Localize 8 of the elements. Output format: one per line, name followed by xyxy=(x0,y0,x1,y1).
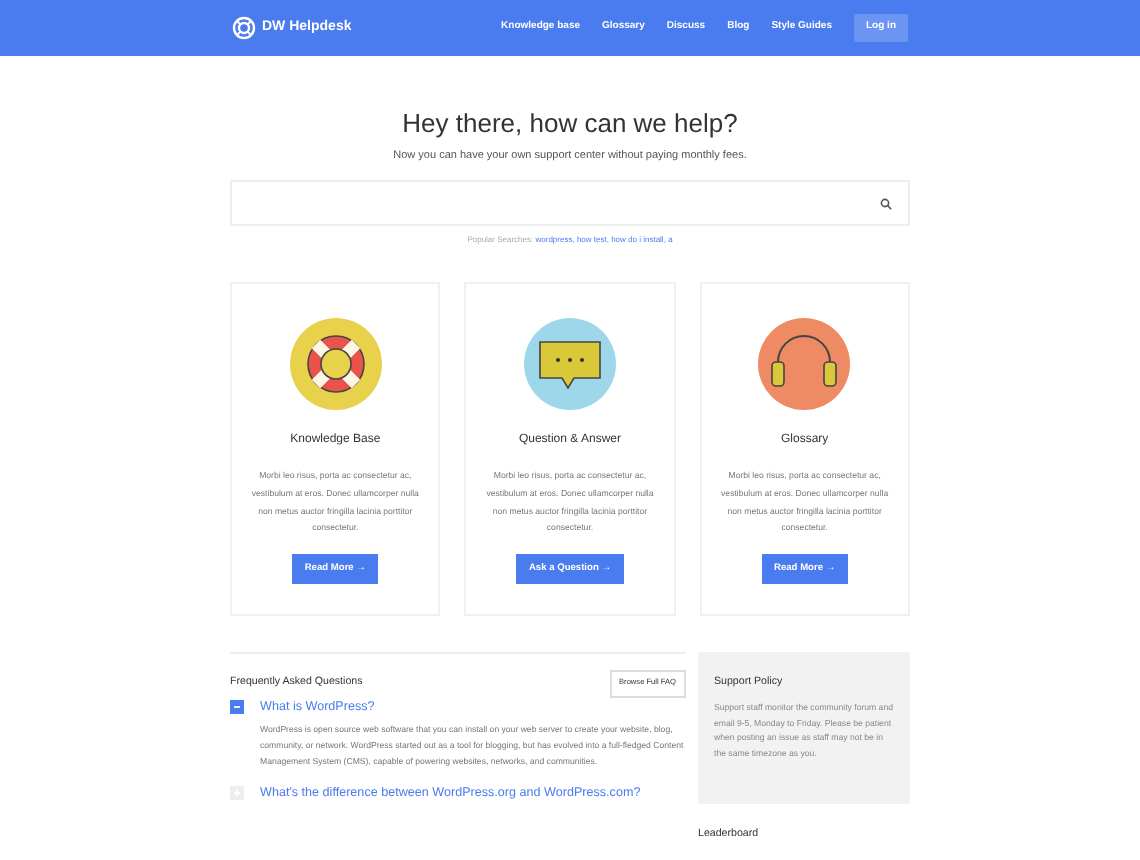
lifebuoy-icon xyxy=(232,16,256,40)
collapse-icon[interactable] xyxy=(230,700,244,715)
lifebuoy-icon xyxy=(289,318,382,411)
headphones-icon xyxy=(758,318,851,411)
hero-title: Hey there, how can we help? xyxy=(400,106,740,142)
search-field[interactable] xyxy=(230,180,910,227)
speech-bubble-icon xyxy=(523,318,616,411)
search-icon xyxy=(880,197,892,210)
